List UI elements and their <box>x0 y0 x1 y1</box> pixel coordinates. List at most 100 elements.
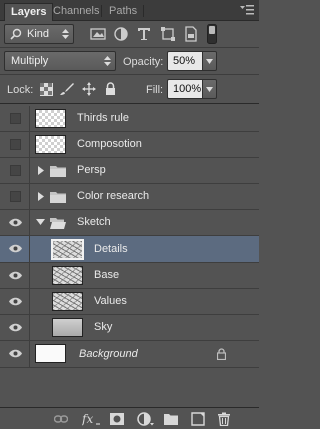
filter-kind-label: Kind <box>27 28 50 40</box>
group-persp[interactable]: Persp <box>0 158 259 184</box>
lock-pixels-icon[interactable] <box>60 82 74 96</box>
layer-name: Sky <box>94 321 113 333</box>
visibility-toggle[interactable] <box>0 158 30 184</box>
group-sketch[interactable]: Sketch <box>0 210 259 236</box>
visibility-toggle[interactable] <box>0 184 30 210</box>
visibility-empty-box <box>10 191 21 202</box>
visibility-toggle[interactable] <box>0 210 30 236</box>
updown-arrows-icon <box>104 56 111 66</box>
panel-menu-icon[interactable] <box>240 4 254 16</box>
layers-bottom-toolbar: fx <box>0 407 259 429</box>
layer-name: Base <box>94 269 120 281</box>
fill-value: 100% <box>173 83 202 95</box>
smart-object-filter-icon[interactable] <box>183 26 199 42</box>
adjustment-layer-icon[interactable] <box>137 412 155 426</box>
lock-all-icon[interactable] <box>105 82 116 96</box>
new-layer-icon[interactable] <box>191 412 205 426</box>
type-filter-icon[interactable] <box>136 26 152 42</box>
lock-fill-row: Lock: Fill: 100% <box>0 75 259 104</box>
updown-arrows-icon <box>62 29 69 39</box>
layer-mask-icon[interactable] <box>110 412 124 426</box>
group-color-research[interactable]: Color research <box>0 184 259 210</box>
visibility-toggle[interactable] <box>0 236 30 262</box>
shape-filter-icon[interactable] <box>160 26 176 42</box>
tab-channels[interactable]: Channels <box>47 3 105 21</box>
opacity-dropdown[interactable] <box>203 51 217 71</box>
fx-icon[interactable]: fx <box>82 412 100 426</box>
tab-separator <box>143 5 144 17</box>
layer-thumbnail <box>52 318 83 337</box>
lock-label: Lock: <box>7 84 34 96</box>
search-icon <box>10 28 22 40</box>
delete-layer-icon[interactable] <box>217 412 231 426</box>
svg-text:fx: fx <box>82 412 93 426</box>
visibility-toggle[interactable] <box>0 341 30 367</box>
layer-name: Composotion <box>77 138 142 150</box>
opacity-value: 50% <box>173 55 196 67</box>
fill-field[interactable]: 100% <box>167 79 203 99</box>
chevron-down-icon <box>206 59 213 64</box>
layer-sky[interactable]: Sky <box>0 315 259 341</box>
eye-icon <box>9 323 22 332</box>
blend-opacity-row: Multiply Opacity: 50% <box>0 48 259 75</box>
blend-mode-select[interactable]: Multiply <box>4 51 116 71</box>
layer-background[interactable]: Background <box>0 341 259 368</box>
expand-arrow-icon[interactable] <box>38 166 44 175</box>
visibility-toggle[interactable] <box>0 263 30 289</box>
visibility-toggle[interactable] <box>0 315 30 341</box>
tab-paths[interactable]: Paths <box>103 3 143 21</box>
image-filter-icon[interactable] <box>90 26 106 42</box>
layer-values[interactable]: Values <box>0 289 259 315</box>
eye-icon <box>9 271 22 280</box>
layer-base[interactable]: Base <box>0 263 259 289</box>
layer-thumbnail <box>35 109 66 128</box>
layer-name: Background <box>79 348 138 360</box>
expand-arrow-icon[interactable] <box>38 192 44 201</box>
link-layers-icon[interactable] <box>54 412 68 426</box>
eye-icon <box>9 297 22 306</box>
lock-transparent-icon[interactable] <box>40 83 53 96</box>
layer-name: Thirds rule <box>77 112 129 124</box>
layer-composotion[interactable]: Composotion <box>0 132 259 158</box>
layer-name: Details <box>94 243 128 255</box>
adjustment-filter-icon[interactable] <box>113 26 129 42</box>
folder-icon <box>50 166 66 177</box>
panel-tab-bar: Layers Channels Paths <box>0 0 259 21</box>
visibility-empty-box <box>10 165 21 176</box>
layer-name: Color research <box>77 190 150 202</box>
layer-thumbnail <box>35 344 66 363</box>
visibility-toggle[interactable] <box>0 106 30 132</box>
tab-separator <box>101 5 102 17</box>
filter-kind-select[interactable]: Kind <box>4 24 74 44</box>
new-group-icon[interactable] <box>164 412 178 426</box>
visibility-toggle[interactable] <box>0 289 30 315</box>
layer-thumbnail <box>52 266 83 285</box>
layer-filter-row: Kind <box>0 21 259 48</box>
layer-thumbnail <box>35 135 66 154</box>
visibility-toggle[interactable] <box>0 132 30 158</box>
open-folder-icon <box>50 218 66 229</box>
filter-toggle-icon[interactable] <box>207 24 217 44</box>
chevron-down-icon <box>206 87 213 92</box>
layer-name: Sketch <box>77 216 111 228</box>
layer-thirds-rule[interactable]: Thirds rule <box>0 106 259 132</box>
eye-icon <box>9 349 22 358</box>
fill-label: Fill: <box>146 84 164 96</box>
visibility-empty-box <box>10 139 21 150</box>
eye-icon <box>9 218 22 227</box>
layers-list: Thirds rule Composotion Persp Color rese… <box>0 104 259 407</box>
opacity-label: Opacity: <box>123 56 164 68</box>
folder-icon <box>50 192 66 203</box>
layer-name: Values <box>94 295 127 307</box>
eye-icon <box>9 244 22 253</box>
layer-thumbnail <box>52 292 83 311</box>
collapse-arrow-icon[interactable] <box>36 219 45 225</box>
fill-dropdown[interactable] <box>203 79 217 99</box>
layer-name: Persp <box>77 164 106 176</box>
opacity-field[interactable]: 50% <box>167 51 203 71</box>
lock-position-icon[interactable] <box>82 82 96 96</box>
lock-icon <box>217 348 226 360</box>
layer-thumbnail <box>51 239 84 260</box>
layer-details[interactable]: Details <box>0 236 259 263</box>
visibility-empty-box <box>10 113 21 124</box>
